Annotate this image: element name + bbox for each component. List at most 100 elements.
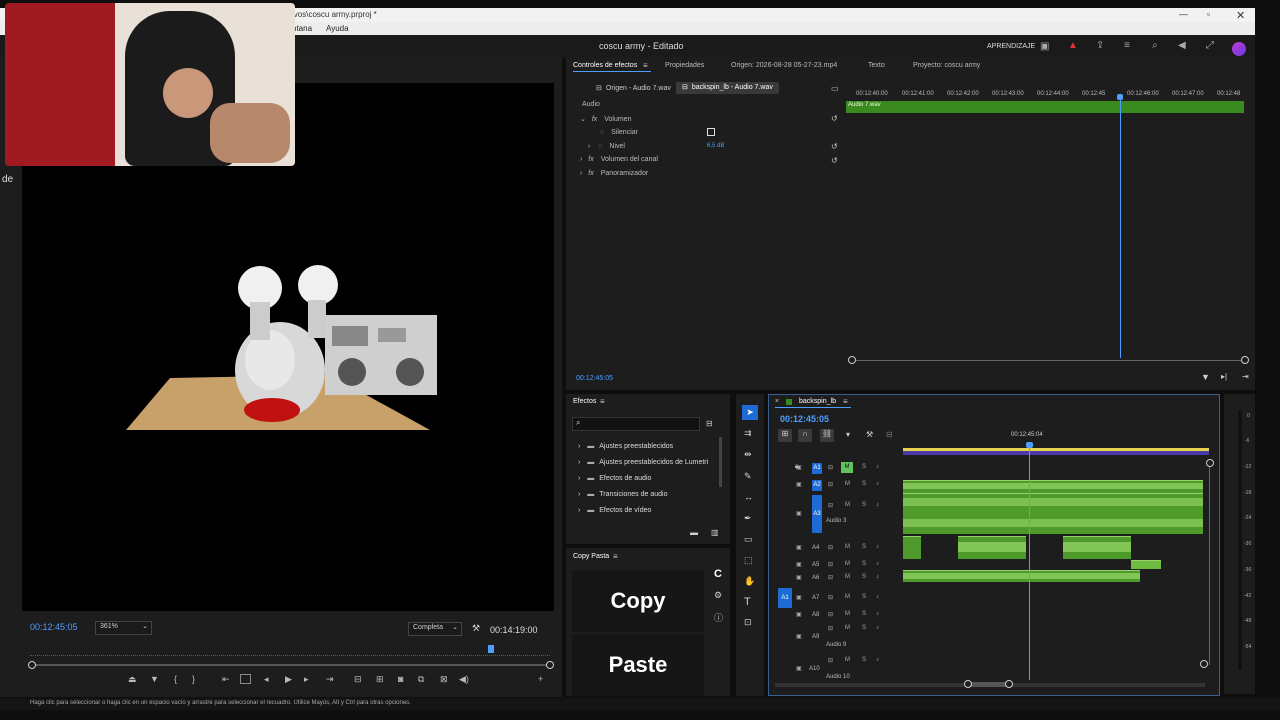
add-marker-icon[interactable]: ▾ [846,430,850,439]
trash-icon[interactable]: ▥ [711,528,719,537]
settings-icon[interactable]: ⚙ [714,590,722,601]
overwrite-icon[interactable]: ⊞ [376,674,384,685]
sync-icon[interactable]: ⊟ [828,625,833,632]
timeline-hscroll-handle-left[interactable] [964,680,972,688]
menu-item-ventana[interactable]: ntana [292,24,312,33]
step-back-icon[interactable]: ◂ [264,674,269,685]
lock-icon[interactable]: ▣ [796,665,802,672]
lock-icon[interactable]: ▣ [796,481,802,488]
mute-button[interactable]: M [841,462,853,473]
mute-button[interactable]: M [845,611,850,617]
sync-icon[interactable]: ⊟ [828,481,833,488]
sequence-chip[interactable]: ⊟ backspin_lb - Audio 7.wav [676,82,779,94]
lock-icon[interactable]: ▣ [796,594,802,601]
sync-icon[interactable]: ⊟ [828,594,833,601]
mute-button[interactable]: M [845,594,850,600]
lock-icon[interactable]: ▣ [796,561,802,568]
mic-icon[interactable]: ♪ [876,594,879,600]
quality-select[interactable]: Completa ⌄ [408,622,462,636]
copy-pasta-menu-icon[interactable]: ≡ [613,552,618,561]
fullscreen-icon[interactable]: ⤢ [1206,40,1214,51]
sequence-name[interactable]: backspin_lb [799,398,836,405]
panner-row[interactable]: › fx Panoramizador [580,170,648,177]
sync-icon[interactable]: ⊟ [828,561,833,568]
source-chip[interactable]: ⊟ Origen - Audio 7.wav [590,83,677,94]
search-icon[interactable]: ⌕ [1152,40,1158,51]
insert-icon[interactable]: ⊟ [354,674,362,685]
sync-icon[interactable]: ⊟ [828,502,833,509]
mic-icon[interactable]: ♪ [876,625,879,631]
captions-icon[interactable]: ⊡ [744,617,752,628]
sync-icon[interactable]: ⊟ [828,574,833,581]
mic-icon[interactable]: ♪ [876,464,879,470]
lift-icon[interactable]: ⏏ [128,674,137,685]
sync-icon[interactable]: ⊟ [828,544,833,551]
export-icon[interactable]: ⇥ [1242,372,1249,381]
lock-icon[interactable]: ▣ [796,544,802,551]
sync-icon[interactable]: ⊟ [828,657,833,664]
track-select-icon[interactable]: ⇉ [744,428,752,439]
chevron-right-icon[interactable]: › [588,143,590,150]
warning-icon[interactable]: ▲ [1068,40,1078,51]
lock-icon[interactable]: ▣ [796,464,802,471]
linked-select-icon[interactable]: ⛓ [820,429,834,442]
ec-scroll-handle-left[interactable] [848,356,856,364]
solo-button[interactable]: S [862,502,866,508]
razor-icon[interactable]: ✎ [744,471,752,482]
mic-icon[interactable]: ♪ [876,561,879,567]
effects-item-presets[interactable]: › ▬ Ajustes preestablecidos [578,443,673,450]
tab-project[interactable]: Proyecto: coscu army [913,62,980,69]
play-audio-icon[interactable]: ▸| [1221,372,1227,381]
learning-button[interactable]: APRENDIZAJE [987,43,1035,50]
timeline-playhead-marker[interactable] [1026,442,1033,448]
mic-icon[interactable]: ♪ [876,481,879,487]
filter-icon[interactable]: ▼ [1201,372,1210,382]
channel-volume-row[interactable]: › fx Volumen del canal [580,156,658,163]
effects-scrollbar[interactable] [719,437,722,487]
solo-button[interactable]: S [862,544,866,550]
mute-button[interactable]: M [845,481,850,487]
timeline-vscroll-handle-top[interactable] [1206,459,1214,467]
program-timecode[interactable]: 00:12:45:05 [30,622,78,632]
ec-clip-bar[interactable]: Audio 7.wav [846,101,1244,113]
snap-icon[interactable]: ∩ [798,429,812,442]
paste-button[interactable]: Paste [572,634,704,696]
timeline-settings-icon[interactable]: ⚒ [866,430,873,439]
slip-icon[interactable]: ↔ [744,492,753,502]
mic-icon[interactable]: ♪ [876,574,879,580]
zoom-select[interactable]: 361% ⌄ [95,621,152,635]
sync-icon[interactable]: ⊟ [828,464,833,471]
solo-button[interactable]: S [862,625,866,631]
lock-icon[interactable]: ▣ [796,574,802,581]
solo-button[interactable]: S [862,464,866,470]
solo-button[interactable]: S [862,481,866,487]
lock-icon[interactable]: ▣ [796,611,802,618]
info-icon[interactable]: ⓘ [714,611,723,624]
lock-icon[interactable]: ▣ [796,633,802,640]
lock-icon[interactable]: ▣ [796,510,802,517]
mute-button[interactable]: M [845,544,850,550]
ec-timecode[interactable]: 00:12:45:05 [576,375,613,382]
ec-playhead-marker[interactable] [1117,94,1123,100]
pen-icon[interactable]: ✒ [744,513,752,524]
scroll-handle-right[interactable] [546,661,554,669]
play-icon[interactable]: ▶ [285,674,292,685]
transform-icon[interactable]: ⬚ [744,555,753,566]
reset-icon[interactable]: ↺ [831,114,838,123]
source-patch-a1[interactable]: A1 [778,588,792,608]
mic-icon[interactable]: ♪ [876,657,879,663]
effects-item-audio-transitions[interactable]: › ▬ Transiciones de audio [578,491,667,498]
timeline-playhead[interactable] [1029,443,1030,680]
layout-icon[interactable]: ▣ [1040,41,1049,52]
rectangle-icon[interactable]: ▭ [744,534,753,545]
reset-channel-icon[interactable]: ↺ [831,156,838,165]
mute-button[interactable]: M [845,657,850,663]
marker-icon[interactable]: ▼ [150,674,159,684]
mute-button[interactable]: M [845,502,850,508]
vr-icon[interactable]: ⊠ [440,674,448,685]
type-icon[interactable]: T [744,596,751,608]
stopwatch-icon[interactable]: ◌ [598,143,602,150]
tab-properties[interactable]: Propiedades [665,62,704,69]
reset-level-icon[interactable]: ↺ [831,142,838,151]
solo-button[interactable]: S [862,574,866,580]
